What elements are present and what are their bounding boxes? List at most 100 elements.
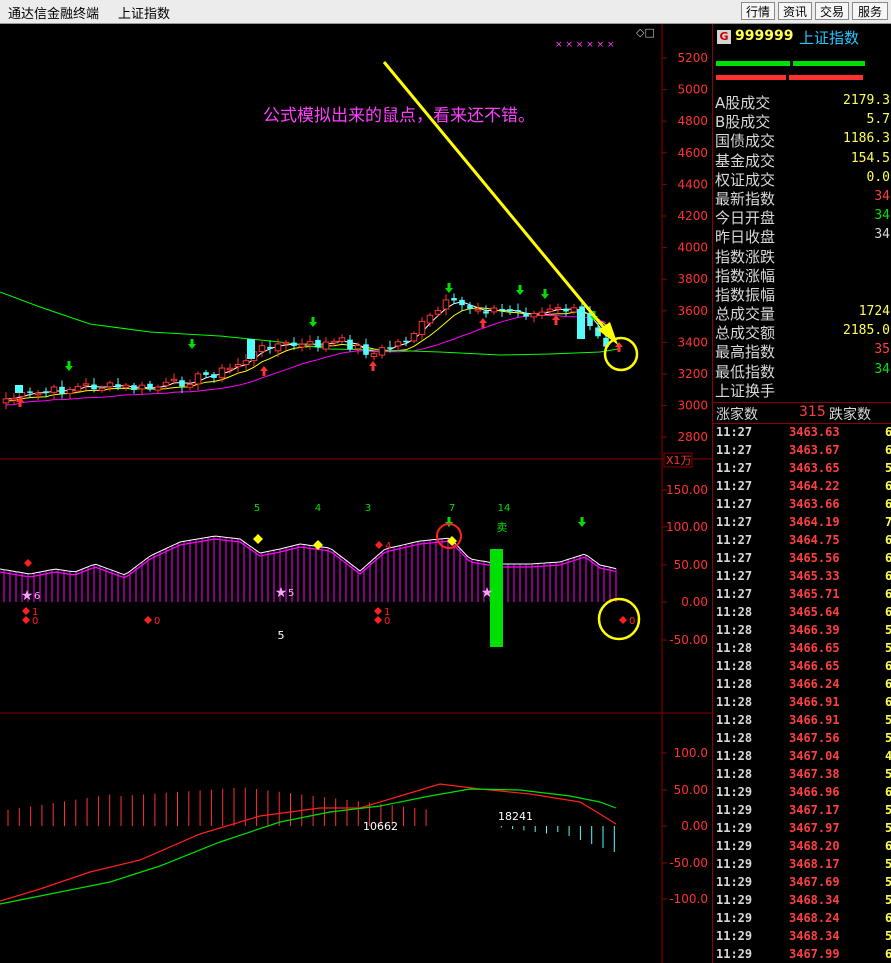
stat-row: 指数振幅 bbox=[713, 284, 891, 304]
tick-row[interactable]: 11:29 3468.17 5 bbox=[713, 856, 891, 874]
stat-label: 指数涨跌 bbox=[715, 247, 776, 266]
news-button[interactable]: 资讯 bbox=[778, 2, 812, 20]
tick-row[interactable]: 11:28 3466.65 6 bbox=[713, 658, 891, 676]
index-name: 上证指数 bbox=[799, 29, 860, 47]
highlight-circle-main bbox=[603, 336, 639, 372]
tick-row[interactable]: 11:29 3467.17 5 bbox=[713, 802, 891, 820]
tick-row[interactable]: 11:28 3466.91 5 bbox=[713, 712, 891, 730]
service-button[interactable]: 服务 bbox=[852, 2, 888, 20]
tick-row[interactable]: 11:28 3466.91 6 bbox=[713, 694, 891, 712]
up-count-value: 315 bbox=[799, 404, 826, 420]
candle-body bbox=[43, 391, 49, 393]
tick-row[interactable]: 11:29 3468.34 5 bbox=[713, 928, 891, 946]
stat-row: 最低指数 34 bbox=[713, 361, 891, 381]
candle-body bbox=[490, 307, 498, 313]
tick-row[interactable]: 11:28 3466.39 5 bbox=[713, 622, 891, 640]
tick-row[interactable]: 11:27 3465.71 6 bbox=[713, 586, 891, 604]
kline-chart-area[interactable]: 5 4 3 7 14卖10 0410 0★ 6 ★ 5 ★5 1066218241 52005000… bbox=[0, 24, 712, 963]
tick-price: 3467.97 bbox=[789, 821, 840, 835]
price-axis-label: 4200 bbox=[677, 209, 708, 223]
stat-label: 总成交额 bbox=[715, 324, 776, 343]
tick-row[interactable]: 11:29 3468.24 6 bbox=[713, 910, 891, 928]
ind1-bottom-number: 5 bbox=[278, 629, 285, 642]
ind1-down-arrow-icon bbox=[445, 517, 453, 527]
tick-price: 3463.66 bbox=[789, 497, 840, 511]
tick-row[interactable]: 11:27 3463.63 6 bbox=[713, 424, 891, 442]
ind1-axis-label: 0.00 bbox=[681, 595, 708, 609]
candle-body bbox=[106, 382, 114, 388]
corner-glyphs[interactable]: ◇□ bbox=[636, 26, 655, 39]
candle-body bbox=[347, 339, 353, 350]
stat-row: 总成交额 2185.0 bbox=[713, 322, 891, 343]
tick-row[interactable]: 11:29 3467.99 6 bbox=[713, 946, 891, 963]
stat-label: 最低指数 bbox=[715, 362, 776, 381]
stats-list: A股成交 2179.3 B股成交 5.7 国债成交 1186.3 基金成交 154.5 权证成交… bbox=[713, 92, 891, 400]
tick-row[interactable]: 11:28 3465.64 6 bbox=[713, 604, 891, 622]
tick-price: 3464.75 bbox=[789, 533, 840, 547]
tick-row[interactable]: 11:29 3467.69 5 bbox=[713, 874, 891, 892]
stat-label: B股成交 bbox=[715, 113, 771, 132]
tick-row[interactable]: 11:27 3465.56 6 bbox=[713, 550, 891, 568]
tick-volume: 5 bbox=[885, 929, 891, 943]
tick-row[interactable]: 11:27 3463.67 6 bbox=[713, 442, 891, 460]
top-stars: × × × × × × bbox=[555, 40, 615, 50]
ind1-red-diamond bbox=[22, 607, 30, 615]
stat-value: 2179.3 bbox=[843, 93, 890, 108]
stat-value: 1186.3 bbox=[843, 131, 890, 147]
ind1-star-icon: ★ bbox=[21, 588, 34, 604]
stat-value: 34 bbox=[874, 208, 890, 224]
stat-row: 最高指数 35 bbox=[713, 341, 891, 361]
tick-row[interactable]: 11:28 3466.65 5 bbox=[713, 640, 891, 658]
tick-row[interactable]: 11:27 3464.75 6 bbox=[713, 532, 891, 550]
tick-row[interactable]: 11:29 3468.34 5 bbox=[713, 892, 891, 910]
tick-row[interactable]: 11:28 3467.38 5 bbox=[713, 766, 891, 784]
stat-label: 权证成交 bbox=[715, 170, 776, 189]
candle-body bbox=[194, 373, 202, 385]
ind1-star-label: 6 bbox=[34, 591, 40, 602]
candle-body bbox=[459, 299, 465, 306]
tick-time: 11:28 bbox=[716, 749, 753, 763]
tick-time: 11:29 bbox=[716, 857, 753, 871]
tick-row[interactable]: 11:27 3465.33 6 bbox=[713, 568, 891, 586]
tick-row[interactable]: 11:28 3467.04 4 bbox=[713, 748, 891, 766]
tick-volume: 6 bbox=[885, 425, 891, 439]
ma-line-long bbox=[0, 291, 619, 356]
tick-volume: 6 bbox=[885, 785, 891, 799]
ind1-axis-label: 150.00 bbox=[666, 483, 708, 497]
stat-label: 上证换手 bbox=[715, 381, 776, 400]
tick-row[interactable]: 11:27 3463.66 6 bbox=[713, 496, 891, 514]
tick-row[interactable]: 11:27 3464.19 7 bbox=[713, 514, 891, 532]
price-axis-label: 3800 bbox=[677, 272, 708, 286]
candle-body bbox=[474, 308, 482, 312]
tick-row[interactable]: 11:29 3468.20 6 bbox=[713, 838, 891, 856]
down-count-label: 跌家数 bbox=[829, 407, 871, 423]
tick-row[interactable]: 11:27 3463.65 5 bbox=[713, 460, 891, 478]
tick-time: 11:29 bbox=[716, 839, 753, 853]
stat-row: 指数涨跌 bbox=[713, 246, 891, 266]
candle-body bbox=[306, 341, 314, 345]
multiplier-tag: X1万 bbox=[666, 454, 692, 467]
tick-row[interactable]: 11:29 3466.96 6 bbox=[713, 784, 891, 802]
ind1-axis-label: -50.00 bbox=[669, 633, 708, 647]
stat-value: 35 bbox=[874, 342, 890, 358]
tick-volume: 5 bbox=[885, 821, 891, 835]
stat-value: 2185.0 bbox=[843, 323, 890, 339]
ind1-red-diamond bbox=[375, 541, 383, 549]
strength-bar-green-2 bbox=[793, 61, 865, 66]
trade-button[interactable]: 交易 bbox=[815, 2, 849, 20]
market-button[interactable]: 行情 bbox=[741, 2, 775, 20]
sell-arrow-icon bbox=[65, 361, 73, 371]
tick-row[interactable]: 11:28 3466.24 6 bbox=[713, 676, 891, 694]
candle-body bbox=[274, 343, 282, 352]
stat-row: 上证换手 bbox=[713, 380, 891, 400]
tick-row[interactable]: 11:27 3464.22 6 bbox=[713, 478, 891, 496]
tick-row[interactable]: 11:28 3467.56 5 bbox=[713, 730, 891, 748]
tick-volume: 7 bbox=[885, 515, 891, 529]
candle-body bbox=[523, 312, 529, 317]
tick-list[interactable]: 11:273463.63611:273463.67611:273463.6551… bbox=[713, 424, 891, 963]
tick-row[interactable]: 11:29 3467.97 5 bbox=[713, 820, 891, 838]
ind1-axis-label: 50.00 bbox=[674, 558, 708, 572]
candle-body bbox=[507, 309, 513, 312]
indicator-2-pane: 10662 18241 bbox=[0, 783, 617, 905]
ma-line-fast bbox=[5, 301, 607, 400]
